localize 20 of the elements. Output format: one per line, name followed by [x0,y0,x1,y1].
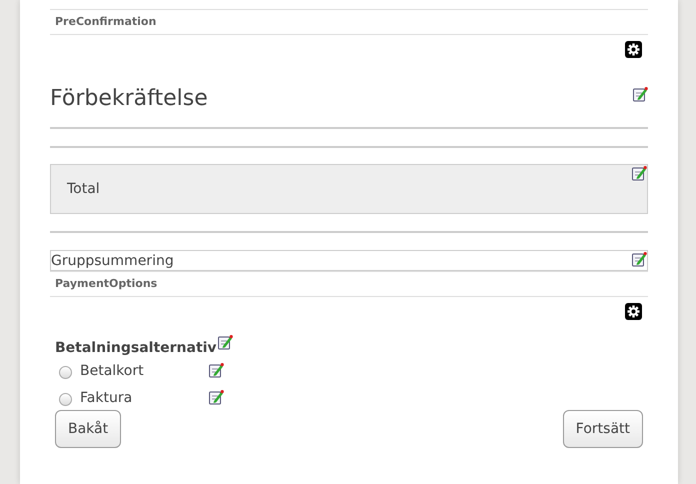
edit-icon[interactable] [632,86,648,102]
option-label: Faktura [80,390,134,406]
section-label: PaymentOptions [50,271,648,297]
option-label: Betalkort [80,363,145,379]
section-label: PreConfirmation [50,9,648,35]
settings-icon[interactable] [625,41,642,58]
page-heading: Förbekräftelse [50,86,208,111]
continue-button[interactable]: Fortsätt [562,410,643,448]
radio-button[interactable] [59,393,72,406]
edit-icon[interactable] [208,389,224,405]
edit-icon[interactable] [208,362,224,378]
group-summary-title: Gruppsummering [51,252,174,271]
edit-icon[interactable] [631,165,647,181]
radio-button[interactable] [59,366,72,379]
settings-icon[interactable] [625,303,642,320]
edit-icon[interactable] [216,334,233,350]
panel-title: Total [67,181,100,197]
edit-icon[interactable] [631,251,647,267]
back-button[interactable]: Bakåt [55,410,122,448]
payment-title: Betalningsalternativ [55,340,217,356]
